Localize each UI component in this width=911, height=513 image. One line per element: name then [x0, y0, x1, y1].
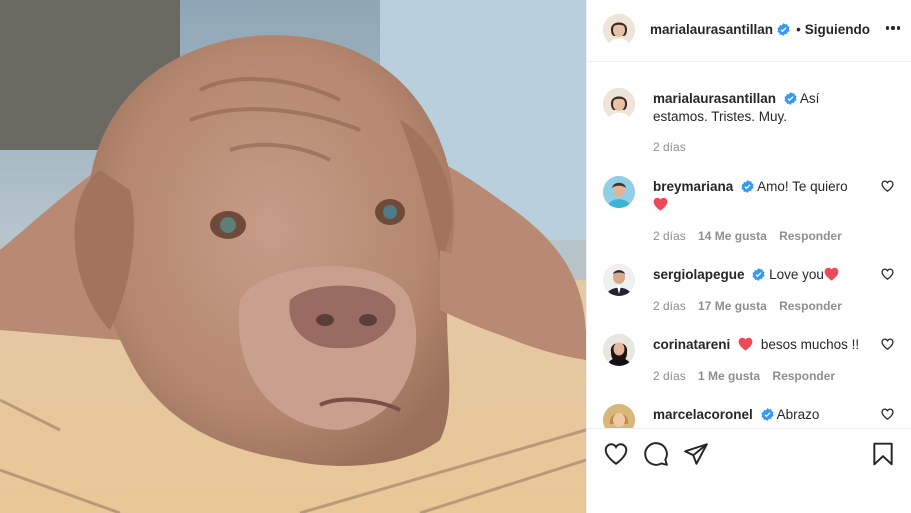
comment-text: Abrazo — [776, 407, 820, 422]
comment-body: sergiolapegue Love you — [653, 266, 873, 284]
comment-body: marcelacoronel Abrazo — [653, 406, 873, 424]
caption-body: marialaurasantillan Así estamos. Tristes… — [653, 90, 873, 126]
comment-text: Amo! Te quiero — [757, 179, 848, 194]
verified-badge-icon — [784, 92, 797, 105]
verified-badge-icon — [761, 408, 774, 421]
paper-plane-icon[interactable] — [683, 441, 709, 467]
comment-like-heart-icon[interactable] — [881, 180, 894, 192]
comment-time[interactable]: 2 días — [653, 299, 686, 313]
comment-time[interactable]: 2 días — [653, 229, 686, 243]
comment-text: besos muchos !! — [760, 337, 860, 352]
follow-separator: • — [796, 22, 801, 37]
comment-text: Love you — [769, 267, 824, 282]
dog-photo-illustration — [0, 0, 586, 513]
verified-badge-icon — [741, 180, 754, 193]
caption-meta: 2 días — [653, 140, 686, 154]
comment-body: corinatareni besos muchos !! — [653, 336, 873, 354]
caption-avatar[interactable] — [603, 88, 635, 120]
caption-time[interactable]: 2 días — [653, 140, 686, 154]
comment-like-heart-icon[interactable] — [881, 268, 894, 280]
comment-reply-button[interactable]: Responder — [779, 229, 842, 243]
red-heart-icon — [824, 267, 839, 281]
heart-outline-icon[interactable] — [603, 441, 629, 467]
author-avatar[interactable] — [603, 14, 635, 46]
post-action-bar — [587, 428, 911, 478]
following-button[interactable]: Siguiendo — [805, 22, 870, 37]
comment-body: breymariana Amo! Te quiero — [653, 178, 873, 214]
comment-avatar[interactable] — [603, 404, 635, 428]
comment-reply-button[interactable]: Responder — [772, 369, 835, 383]
comment-reply-button[interactable]: Responder — [779, 299, 842, 313]
comment-like-heart-icon[interactable] — [881, 338, 894, 350]
post-sidebar: marialaurasantillan • Siguiendo marialau… — [586, 0, 911, 513]
post-header: marialaurasantillan • Siguiendo — [587, 0, 911, 62]
comment-username[interactable]: corinatareni — [653, 337, 730, 352]
comment-avatar[interactable] — [603, 264, 635, 296]
speech-bubble-icon[interactable] — [643, 441, 669, 467]
comment-meta: 2 días 1 Me gusta Responder — [653, 369, 835, 383]
author-username[interactable]: marialaurasantillan — [650, 22, 773, 37]
verified-badge-icon — [752, 268, 765, 281]
red-heart-icon — [653, 197, 668, 211]
comment-time[interactable]: 2 días — [653, 369, 686, 383]
comment-username[interactable]: sergiolapegue — [653, 267, 745, 282]
comment-username[interactable]: breymariana — [653, 179, 733, 194]
verified-badge-icon — [777, 23, 790, 36]
more-options-icon[interactable] — [882, 18, 904, 38]
comment-likes[interactable]: 17 Me gusta — [698, 299, 767, 313]
instagram-post: marialaurasantillan • Siguiendo marialau… — [0, 0, 911, 513]
comment-likes[interactable]: 14 Me gusta — [698, 229, 767, 243]
bookmark-icon[interactable] — [870, 441, 896, 467]
red-heart-icon — [738, 337, 753, 351]
comment-likes[interactable]: 1 Me gusta — [698, 369, 760, 383]
post-photo[interactable] — [0, 0, 586, 513]
comments-list[interactable]: marialaurasantillan Así estamos. Tristes… — [587, 70, 911, 428]
comment-avatar[interactable] — [603, 334, 635, 366]
author-line: marialaurasantillan • Siguiendo — [650, 22, 870, 37]
comment-like-heart-icon[interactable] — [881, 408, 894, 420]
comment-meta: 2 días 17 Me gusta Responder — [653, 299, 842, 313]
comment-avatar[interactable] — [603, 176, 635, 208]
comment-username[interactable]: marcelacoronel — [653, 407, 753, 422]
caption-username[interactable]: marialaurasantillan — [653, 91, 776, 106]
comment-meta: 2 días 14 Me gusta Responder — [653, 229, 842, 243]
